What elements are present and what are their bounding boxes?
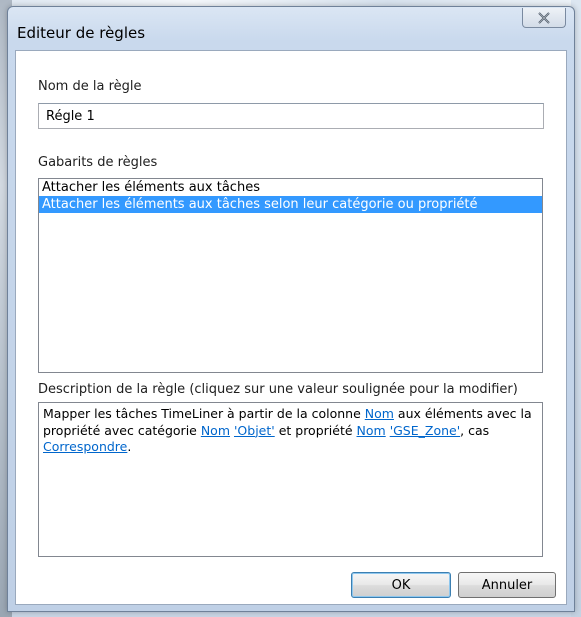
category-type-link[interactable]: Nom — [201, 423, 230, 438]
property-type-link[interactable]: Nom — [357, 423, 386, 438]
match-case-link[interactable]: Correspondre — [43, 439, 127, 454]
category-value-link[interactable]: 'Objet' — [234, 423, 275, 438]
rule-description-label: Description de la règle (cliquez sur une… — [38, 382, 518, 397]
list-item[interactable]: Attacher les éléments aux tâches — [39, 179, 542, 196]
cancel-button[interactable]: Annuler — [458, 572, 556, 598]
description-text: , cas — [460, 422, 490, 438]
description-text: et propriété — [274, 422, 357, 438]
description-text: . — [127, 439, 132, 454]
rule-templates-list[interactable]: Attacher les éléments aux tâches Attache… — [38, 178, 543, 373]
close-button[interactable] — [522, 8, 566, 28]
column-name-link[interactable]: Nom — [365, 406, 394, 421]
rule-editor-dialog: Editeur de règles Nom de la règle Gabari… — [7, 6, 575, 612]
dialog-title: Editeur de règles — [17, 24, 146, 42]
rule-name-label: Nom de la règle — [38, 79, 142, 94]
rule-description-box: Mapper les tâches TimeLiner à partir de … — [38, 402, 543, 557]
description-text: Mapper les tâches TimeLiner à partir de … — [43, 406, 365, 421]
ok-button[interactable]: OK — [351, 572, 451, 598]
dialog-content: Nom de la règle Gabarits de règles Attac… — [15, 50, 567, 605]
title-bar[interactable]: Editeur de règles — [8, 7, 574, 53]
rule-name-input[interactable] — [38, 103, 544, 129]
list-item-selected[interactable]: Attacher les éléments aux tâches selon l… — [39, 196, 542, 213]
rule-templates-label: Gabarits de règles — [38, 155, 158, 170]
property-value-link[interactable]: 'GSE_Zone' — [390, 423, 460, 438]
close-icon — [538, 11, 550, 24]
